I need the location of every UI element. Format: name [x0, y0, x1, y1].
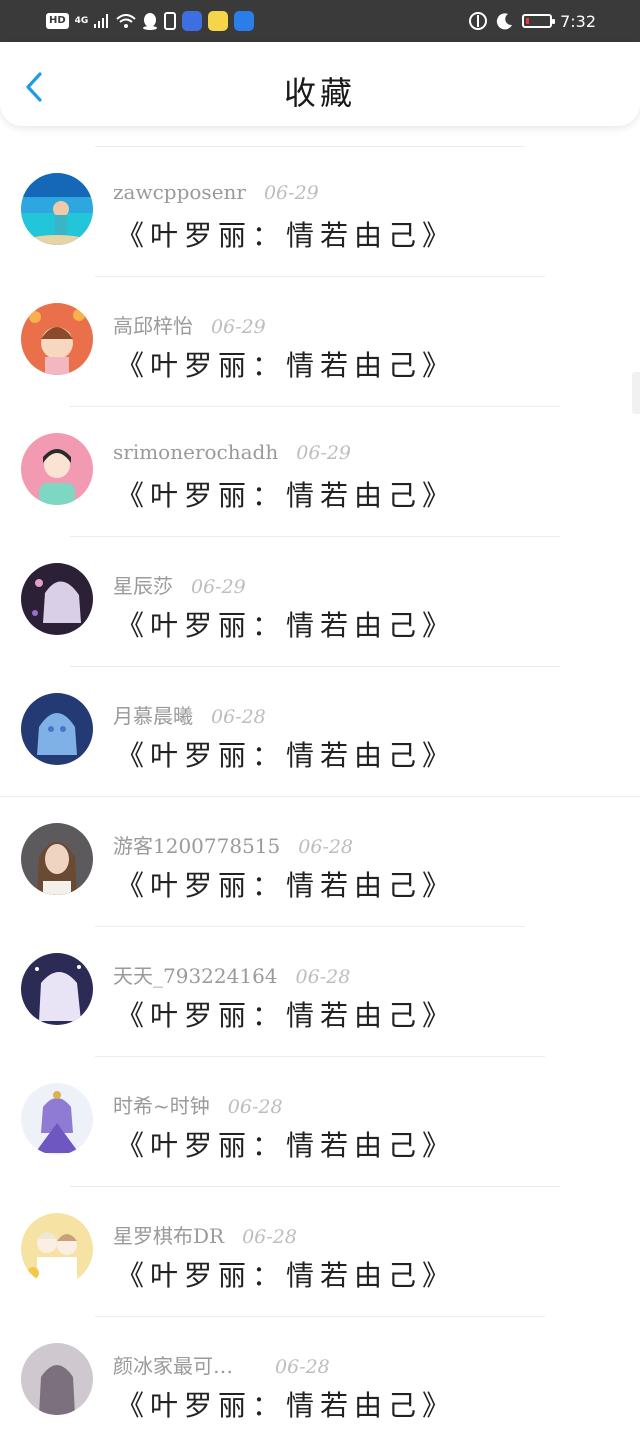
list-divider	[95, 146, 525, 147]
avatar-couple-anime-image	[21, 1213, 93, 1285]
status-bar: HD 4G 7:32	[0, 0, 640, 42]
network-type: 4G	[74, 15, 89, 26]
date: 06-28	[242, 1226, 297, 1248]
post-title[interactable]: 《叶罗丽：情若由己》	[116, 344, 456, 384]
date: 06-29	[296, 442, 352, 464]
avatar[interactable]	[21, 563, 93, 635]
item-meta: 星罗棋布DR 06-28	[113, 1220, 297, 1248]
item-meta: 高邱梓怡 06-29	[113, 310, 266, 338]
username[interactable]: 月慕晨曦	[113, 700, 193, 729]
post-title[interactable]: 《叶罗丽：情若由己》	[116, 214, 456, 254]
avatar[interactable]	[21, 303, 93, 375]
avatar[interactable]	[21, 173, 93, 245]
list-item[interactable]: 星罗棋布DR 06-28 《叶罗丽：情若由己》	[0, 1192, 640, 1322]
list-divider	[70, 1186, 560, 1187]
username[interactable]: 天天_793224164	[113, 960, 278, 989]
list-item[interactable]: 星辰莎 06-29 《叶罗丽：情若由己》	[0, 542, 640, 672]
avatar-girl-photo-image	[21, 823, 93, 895]
battery-icon	[522, 14, 556, 28]
list-item[interactable]: zawcpposenr 06-29 《叶罗丽：情若由己》	[0, 152, 640, 282]
avatar[interactable]	[21, 693, 93, 765]
date: 06-29	[211, 316, 266, 338]
avatar-boy-image	[21, 433, 93, 505]
post-title[interactable]: 《叶罗丽：情若由己》	[116, 604, 456, 644]
list-item[interactable]: srimonerochadh 06-29 《叶罗丽：情若由己》	[0, 412, 640, 542]
item-meta: srimonerochadh 06-29	[113, 440, 351, 468]
hd-badge: HD	[46, 13, 69, 29]
username[interactable]: zawcpposenr	[113, 180, 246, 204]
avatar-cartoon-image	[21, 303, 93, 375]
username[interactable]: 高邱梓怡	[113, 310, 193, 339]
list-item[interactable]: 游客1200778515 06-28 《叶罗丽：情若由己》	[0, 802, 640, 932]
list-divider	[95, 926, 525, 927]
post-title[interactable]: 《叶罗丽：情若由己》	[116, 1124, 456, 1164]
avatar-night-anime-image	[21, 953, 93, 1025]
date: 06-28	[295, 966, 351, 988]
avatar-dark-anime-image	[21, 563, 93, 635]
item-meta: 时希~时钟 06-28	[113, 1090, 283, 1118]
item-meta: zawcpposenr 06-29	[113, 180, 319, 208]
scrollbar[interactable]	[632, 372, 640, 414]
list-divider	[0, 796, 640, 797]
page-title: 收藏	[283, 74, 356, 112]
date: 06-28	[211, 706, 266, 728]
avatar[interactable]	[21, 1083, 93, 1155]
list-item[interactable]: 颜冰家最可… 06-28 《叶罗丽：情若由己》	[0, 1322, 640, 1452]
status-icons-right: 7:32	[468, 11, 596, 31]
chat-app-icon	[208, 11, 229, 31]
username[interactable]: srimonerochadh	[113, 440, 278, 464]
list-item[interactable]: 时希~时钟 06-28 《叶罗丽：情若由己》	[0, 1062, 640, 1192]
post-title[interactable]: 《叶罗丽：情若由己》	[116, 1384, 456, 1424]
clock-time: 7:32	[560, 11, 596, 31]
wifi-icon	[116, 14, 136, 28]
item-meta: 游客1200778515 06-28	[113, 830, 353, 858]
avatar-grey-photo-image	[21, 1343, 93, 1415]
list-divider	[95, 1316, 545, 1317]
date: 06-28	[275, 1356, 330, 1378]
app-header: 收藏	[0, 42, 640, 126]
qq-icon	[143, 13, 158, 30]
username[interactable]: 颜冰家最可…	[113, 1350, 233, 1379]
list-divider	[70, 536, 560, 537]
avatar[interactable]	[21, 953, 93, 1025]
avatar-beach-image	[21, 173, 93, 245]
data-saver-icon	[469, 12, 488, 30]
list-divider	[70, 406, 560, 407]
post-title[interactable]: 《叶罗丽：情若由己》	[116, 994, 456, 1034]
list-divider	[95, 276, 545, 277]
avatar[interactable]	[21, 433, 93, 505]
moon-icon	[496, 13, 513, 30]
item-meta: 星辰莎 06-29	[113, 570, 246, 598]
date: 06-29	[263, 182, 319, 204]
avatar-blue-anime-image	[21, 693, 93, 765]
list-item[interactable]: 高邱梓怡 06-29 《叶罗丽：情若由己》	[0, 282, 640, 412]
list-item[interactable]: 天天_793224164 06-28 《叶罗丽：情若由己》	[0, 932, 640, 1062]
username[interactable]: 星罗棋布DR	[113, 1220, 224, 1249]
username[interactable]: 星辰莎	[113, 570, 173, 599]
date: 06-28	[227, 1096, 283, 1118]
post-title[interactable]: 《叶罗丽：情若由己》	[116, 474, 456, 514]
map-app-icon	[234, 11, 255, 31]
phone-icon	[164, 12, 177, 30]
list-divider	[95, 1056, 545, 1057]
item-meta: 颜冰家最可… 06-28	[113, 1350, 330, 1378]
post-title[interactable]: 《叶罗丽：情若由己》	[116, 1254, 456, 1294]
avatar[interactable]	[21, 1343, 93, 1415]
username[interactable]: 游客1200778515	[113, 830, 280, 859]
status-icons-left: HD 4G	[46, 11, 255, 31]
music-app-icon	[182, 11, 203, 31]
avatar[interactable]	[21, 823, 93, 895]
post-title[interactable]: 《叶罗丽：情若由己》	[116, 734, 456, 774]
post-title[interactable]: 《叶罗丽：情若由己》	[116, 864, 456, 904]
signal-icon	[94, 14, 109, 28]
avatar-purple-doll-image	[21, 1083, 93, 1155]
date: 06-28	[298, 836, 354, 858]
avatar[interactable]	[21, 1213, 93, 1285]
date: 06-29	[191, 576, 246, 598]
item-meta: 天天_793224164 06-28	[113, 960, 350, 988]
username[interactable]: 时希~时钟	[113, 1090, 210, 1119]
list-item[interactable]: 月慕晨曦 06-28 《叶罗丽：情若由己》	[0, 672, 640, 802]
item-meta: 月慕晨曦 06-28	[113, 700, 266, 728]
list-divider	[70, 666, 560, 667]
